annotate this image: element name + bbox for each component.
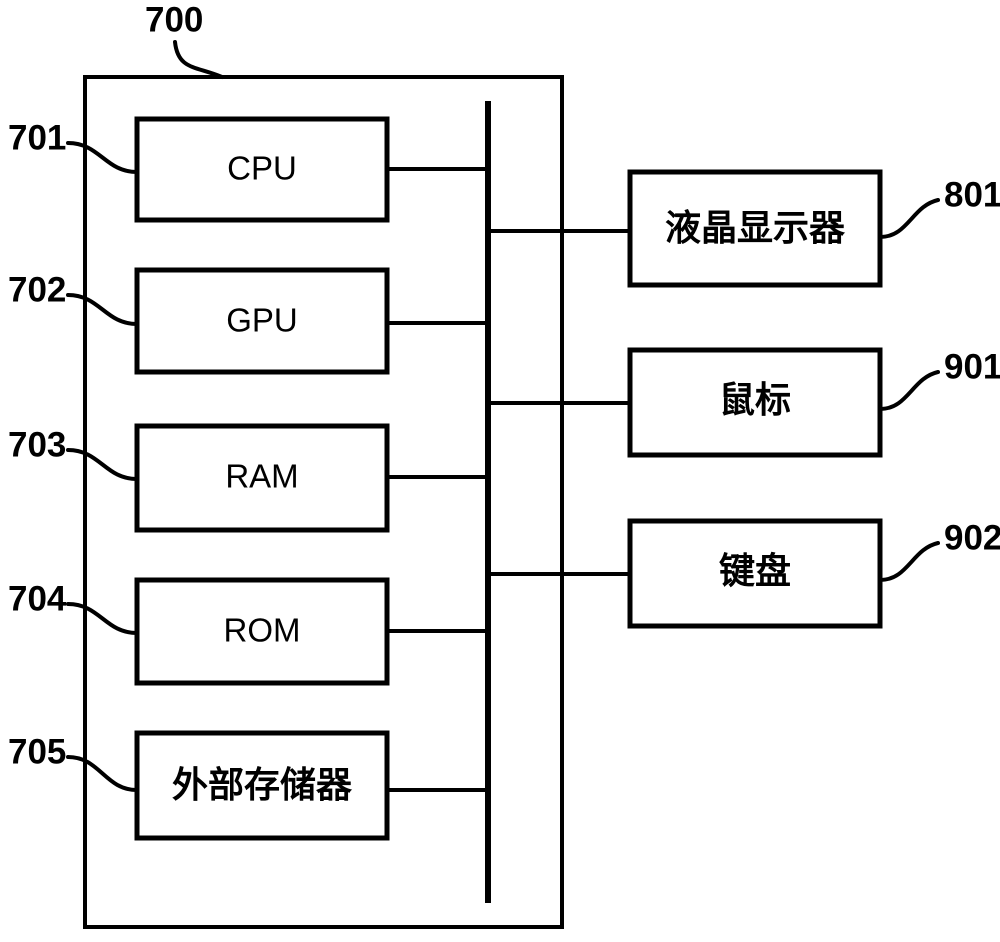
ref-numeral-902: 902 (944, 518, 1000, 557)
ref-numeral-801: 801 (944, 175, 1000, 214)
leader-line-704 (66, 602, 139, 635)
block-keyboard-label: 键盘 (719, 550, 791, 592)
leader-line-705 (66, 755, 139, 792)
leader-line-701 (66, 141, 139, 174)
block-lcd-display-label: 液晶显示器 (665, 208, 846, 249)
block-diagram-canvas: CPU GPU RAM ROM 外部存储器 液晶显示器 鼠标 键盘 700 70… (8, 0, 1000, 929)
ref-numeral-901: 901 (944, 347, 1000, 386)
ref-numeral-700: 700 (145, 0, 203, 39)
ref-numeral-702: 702 (8, 270, 66, 309)
leader-line-801 (878, 198, 940, 239)
leader-line-902 (878, 541, 940, 582)
block-cpu-label: CPU (227, 150, 297, 187)
leader-line-700 (173, 40, 224, 79)
ref-numeral-701: 701 (8, 118, 66, 157)
ref-numeral-705: 705 (8, 732, 66, 771)
patent-figure: CPU GPU RAM ROM 外部存储器 液晶显示器 鼠标 键盘 700 70… (0, 0, 1000, 942)
leader-line-703 (66, 448, 139, 481)
block-ram-label: RAM (225, 458, 298, 495)
block-mouse-label: 鼠标 (719, 380, 791, 421)
block-rom-label: ROM (224, 612, 301, 649)
ref-numeral-703: 703 (8, 425, 66, 464)
block-gpu-label: GPU (226, 302, 298, 339)
ref-numeral-704: 704 (8, 579, 67, 618)
block-external-storage-label: 外部存储器 (172, 765, 353, 806)
leader-line-901 (878, 370, 940, 411)
leader-line-702 (66, 293, 139, 326)
